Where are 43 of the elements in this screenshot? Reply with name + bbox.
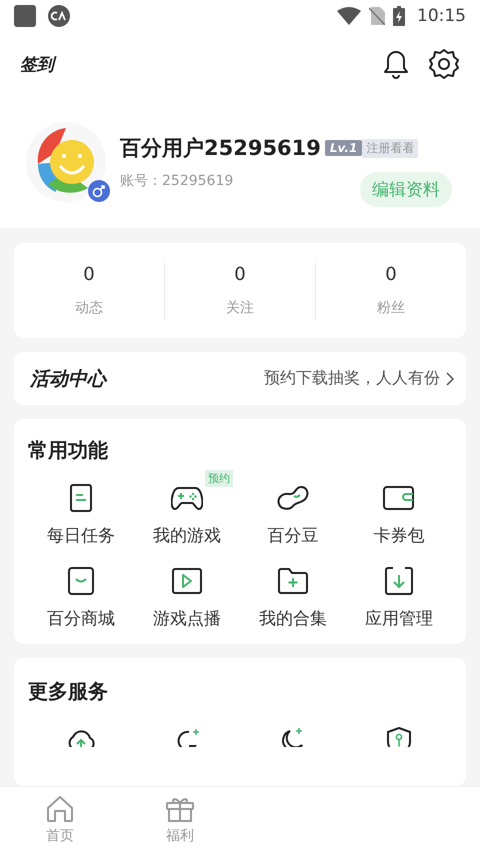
gift-icon — [165, 795, 195, 823]
wifi-icon — [337, 7, 361, 25]
stat-count[interactable]: 0 — [83, 264, 95, 285]
function-label[interactable]: 我的合集 — [259, 607, 327, 630]
function-label[interactable]: 游戏点播 — [153, 607, 221, 630]
account-number: 账号：25295619 — [120, 172, 234, 190]
function-label[interactable]: 百分豆 — [268, 524, 318, 547]
download-icon[interactable] — [385, 567, 413, 595]
function-label[interactable]: 每日任务 — [47, 524, 115, 547]
function-label[interactable]: 百分商城 — [47, 607, 115, 630]
function-label[interactable]: 卡券包 — [374, 524, 424, 547]
level-badge: Lv.1 — [324, 140, 362, 156]
folder-add-icon[interactable] — [278, 568, 308, 594]
no-sim-icon — [369, 7, 385, 25]
notification-bell-icon[interactable] — [382, 48, 410, 80]
shield-key-icon[interactable] — [386, 727, 412, 747]
task-icon[interactable] — [68, 484, 94, 512]
section-title: 常用功能 — [28, 437, 109, 464]
notification-icon — [14, 5, 36, 27]
section-title: 更多服务 — [28, 678, 109, 705]
activity-title: 活动中心 — [30, 366, 106, 392]
function-label[interactable]: 应用管理 — [365, 607, 433, 630]
stat-count[interactable]: 0 — [385, 264, 397, 285]
reserve-badge: 预约 — [205, 470, 233, 487]
battery-icon — [393, 6, 405, 26]
chevron-right-icon — [446, 372, 454, 386]
shop-bag-icon[interactable] — [68, 567, 94, 595]
app-icon — [48, 5, 70, 27]
video-play-icon[interactable] — [172, 568, 202, 594]
gamepad-icon[interactable] — [171, 485, 203, 511]
promo-text: 预约下载抽奖，人人有份 — [264, 368, 440, 389]
checkin-button[interactable]: 签到 — [20, 52, 54, 76]
user-name: 百分用户25295619 — [120, 135, 321, 162]
stat-count[interactable]: 0 — [234, 264, 246, 285]
status-time: 10:15 — [417, 6, 466, 26]
settings-icon[interactable] — [428, 48, 460, 80]
avatar[interactable] — [26, 122, 106, 202]
home-icon — [45, 795, 75, 823]
function-label[interactable]: 我的游戏 — [153, 524, 221, 547]
level-note: 注册看看 — [362, 138, 418, 158]
activity-card[interactable]: 活动中心 预约下载抽奖，人人有份 — [14, 352, 466, 405]
wallet-icon[interactable] — [383, 486, 415, 510]
bean-icon[interactable] — [277, 485, 309, 511]
